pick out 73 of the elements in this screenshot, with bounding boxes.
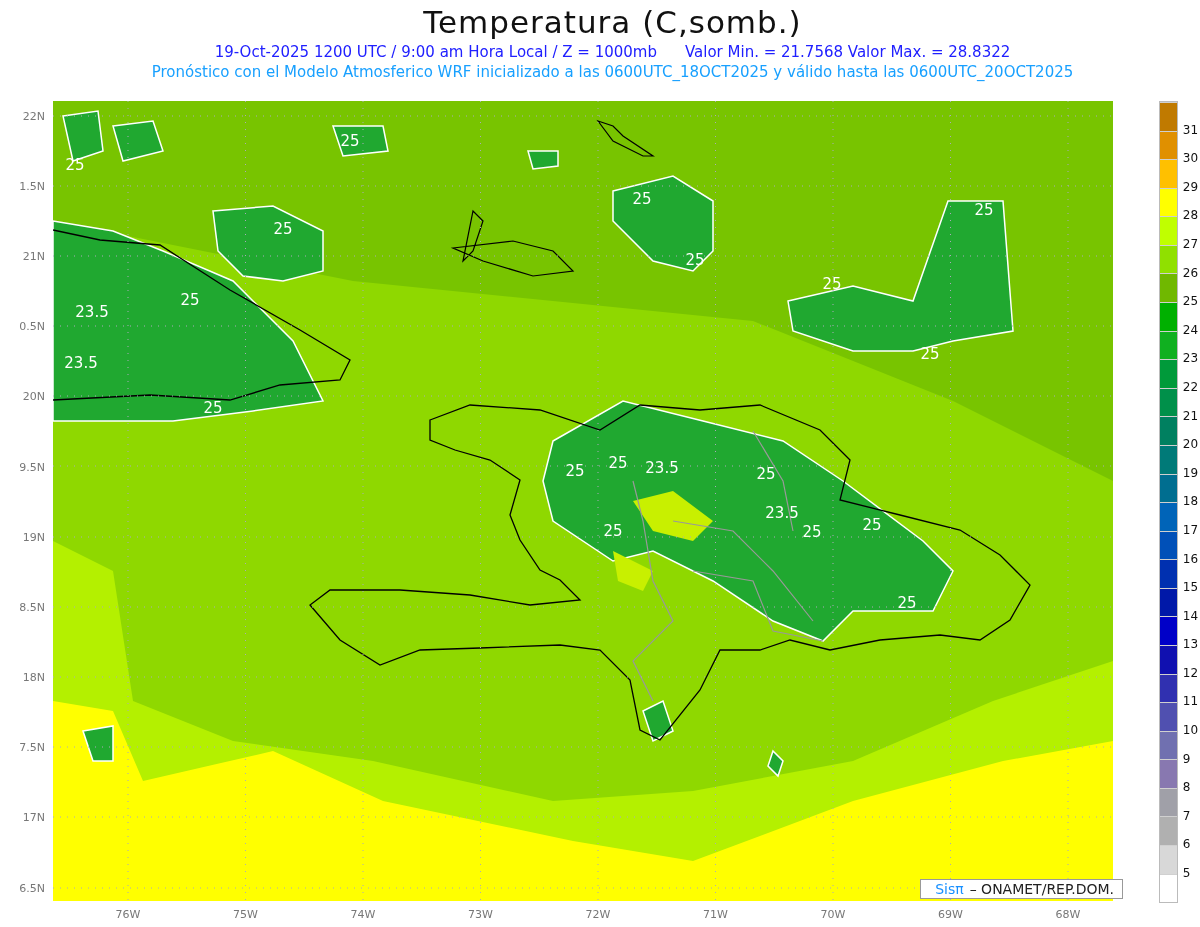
scale-label: 30 [1182, 150, 1199, 168]
scale-label: 7 [1182, 807, 1192, 825]
latitude-label: 9.5N [18, 459, 46, 476]
scale-label: 11 [1182, 693, 1199, 711]
contour-label: 25 [273, 221, 293, 237]
scale-label: 21 [1182, 407, 1199, 425]
scale-label: 28 [1182, 207, 1199, 225]
contour-label: 25 [920, 346, 940, 362]
latitude-label: 6.5N [18, 880, 46, 897]
scale-label: 22 [1182, 378, 1199, 396]
latitude-label: 19N [21, 529, 46, 546]
contour-label: 25 [565, 463, 585, 479]
longitude-label: 71W [702, 907, 729, 921]
min-max-text: Valor Min. = 21.7568 Valor Max. = 28.8322 [684, 42, 1011, 62]
scale-label: 5 [1182, 865, 1192, 883]
scale-label: 24 [1182, 321, 1199, 339]
scale-label: 31 [1182, 121, 1199, 139]
longitude-label: 76W [114, 907, 142, 921]
scale-label: 12 [1182, 664, 1199, 682]
longitude-label: 72W [584, 907, 612, 921]
scale-label: 18 [1182, 493, 1199, 511]
latitude-label: 1.5N [18, 178, 46, 195]
contour-label: 25 [203, 400, 223, 416]
scale-label: 16 [1182, 550, 1199, 568]
contour-label: 25 [180, 292, 200, 308]
latitude-label: 8.5N [18, 599, 46, 616]
longitude-label: 74W [349, 907, 377, 921]
longitude-label: 70W [819, 907, 847, 921]
scale-label: 8 [1182, 779, 1192, 797]
credit-text: – ONAMET/REP.DOM. [969, 881, 1114, 897]
latitude-label: 7.5N [18, 740, 46, 757]
contour-label: 23.5 [64, 355, 98, 371]
scale-label: 13 [1182, 636, 1199, 654]
scale-label: 23 [1182, 350, 1199, 368]
scale-label: 15 [1182, 579, 1199, 597]
scale-label: 14 [1182, 607, 1199, 625]
scale-label: 29 [1182, 178, 1199, 196]
map-title: Temperatura (C,somb.) [423, 3, 802, 42]
longitude-label: 75W [232, 907, 259, 921]
latitude-label: 0.5N [18, 319, 46, 336]
contour-label: 23.5 [75, 304, 109, 320]
logo-text: Sisπ [935, 881, 964, 897]
contour-label: 25 [862, 517, 882, 533]
contour-label: 23.5 [765, 505, 799, 521]
latitude-label: 20N [21, 389, 46, 406]
scale-label: 26 [1182, 264, 1199, 282]
date-time-text: 19-Oct-2025 1200 UTC / 9:00 am Hora Local / Z = 1000mb [214, 42, 657, 62]
scale-label: 17 [1182, 521, 1199, 539]
contour-label: 25 [756, 466, 776, 482]
latitude-label: 22N [21, 108, 46, 125]
latitude-label: 21N [21, 248, 46, 265]
contour-label: 25 [340, 133, 360, 149]
contour-label: 25 [802, 524, 822, 540]
longitude-label: 69W [937, 907, 964, 921]
scale-label: 10 [1182, 722, 1199, 740]
scale-label: 20 [1182, 436, 1199, 454]
forecast-text: Pronóstico con el Modelo Atmosferico WRF inicializado a las 0600UTC_18OCT2025 y válido hasta las 0600UTC_20OCT2025 [151, 62, 1074, 82]
contour-label: 23.5 [645, 460, 679, 476]
contour-label: 25 [632, 191, 652, 207]
contour-label: 25 [897, 595, 917, 611]
contour-label: 25 [603, 523, 623, 539]
scale-label: 25 [1182, 293, 1199, 311]
scale-label: 6 [1182, 836, 1192, 854]
contour-label: 25 [608, 455, 628, 471]
latitude-label: 17N [21, 810, 46, 827]
scale-label: 19 [1182, 464, 1199, 482]
contour-label: 25 [974, 202, 994, 218]
longitude-label: 73W [467, 907, 494, 921]
longitude-label: 68W [1054, 907, 1082, 921]
latitude-label: 18N [21, 670, 46, 687]
scale-label: 27 [1182, 235, 1199, 253]
scale-label: 9 [1182, 750, 1192, 768]
contour-label: 25 [822, 276, 842, 292]
